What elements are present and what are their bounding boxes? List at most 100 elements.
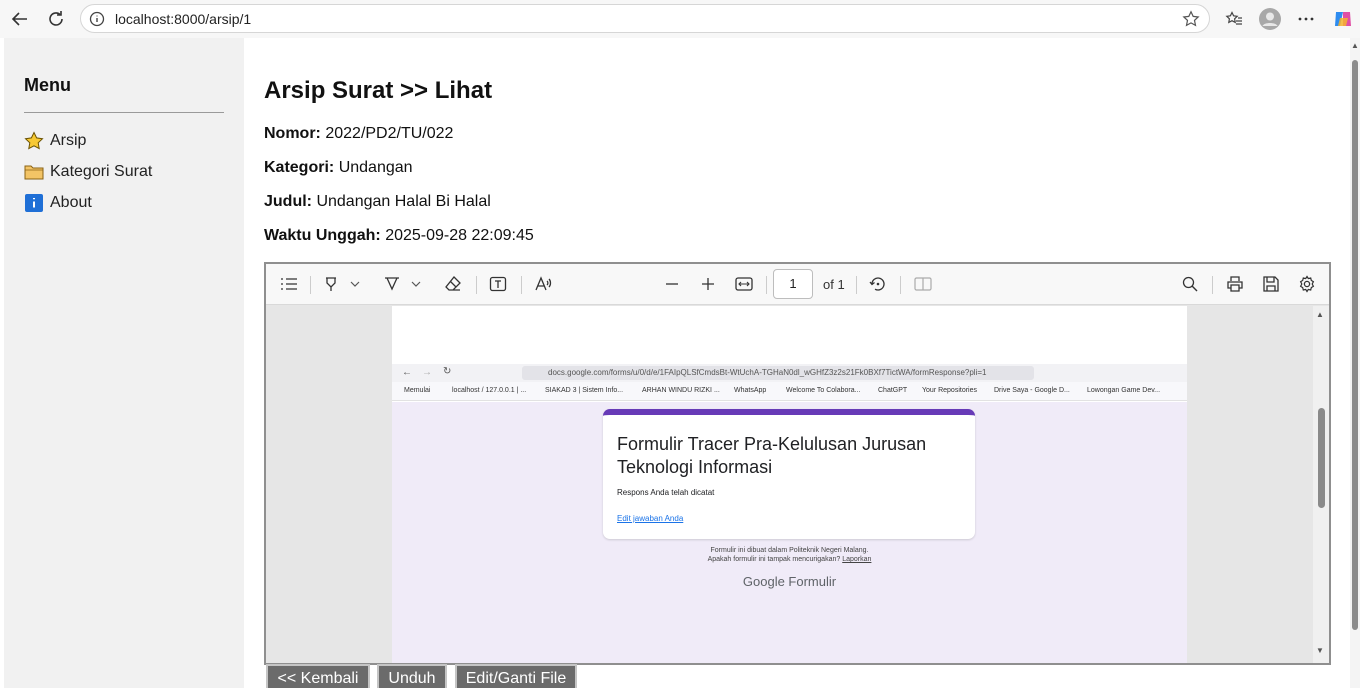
sidebar: Menu Arsip Kategori Surat About [4,38,244,688]
form-report-link: Laporkan [842,556,872,563]
sidebar-item-about[interactable]: About [24,191,92,215]
info-icon [24,193,44,213]
fit-width-icon[interactable] [733,273,755,295]
print-icon[interactable] [1224,273,1246,295]
edit-file-button[interactable]: Edit/Ganti File [455,664,577,688]
sidebar-item-arsip[interactable]: Arsip [24,129,86,153]
sidebar-item-kategori-surat[interactable]: Kategori Surat [24,160,152,184]
pdf-page: ← → ↻ docs.google.com/forms/u/0/d/e/1FAI… [392,306,1187,663]
field-value: 2025-09-28 22:09:45 [385,227,534,244]
form-response-message: Respons Anda telah dicatat [617,488,715,497]
form-footer-line2: Apakah formulir ini tampak mencurigakan?… [392,556,1187,563]
pdf-scrollbar[interactable]: ▲ ▼ [1313,306,1329,663]
bookmark-item: localhost / 127.0.0.1 | ... [452,387,527,394]
field-label: Kategori: [264,159,335,176]
embedded-url: docs.google.com/forms/u/0/d/e/1FAIpQLSfC… [522,366,1034,380]
pdf-document-area[interactable]: ← → ↻ docs.google.com/forms/u/0/d/e/1FAI… [266,306,1313,663]
embedded-form-page: Formulir Tracer Pra-Kelulusan Jurusan Te… [392,402,1187,663]
form-footer-question: Apakah formulir ini tampak mencurigakan? [707,556,841,563]
field-value: Undangan Halal Bi Halal [316,193,491,210]
text-box-icon[interactable] [487,273,509,295]
toolbar-divider [900,276,901,294]
bookmark-item: Drive Saya - Google D... [994,387,1070,394]
refresh-icon[interactable] [44,7,68,31]
favorite-star-icon[interactable] [1182,10,1200,33]
form-card: Formulir Tracer Pra-Kelulusan Jurusan Te… [603,409,975,539]
page-number-input[interactable]: 1 [773,269,813,299]
search-icon[interactable] [1179,273,1201,295]
bookmark-item: Your Repositories [922,387,977,394]
favorites-icon[interactable] [1222,7,1246,31]
main-content: Arsip Surat >> Lihat Nomor: 2022/PD2/TU/… [264,38,1350,688]
toolbar-divider [476,276,477,294]
download-button[interactable]: Unduh [377,664,447,688]
toolbar-divider [521,276,522,294]
bookmark-item: Welcome To Colabora... [786,387,861,394]
back-arrow-icon[interactable] [8,7,32,31]
field-judul: Judul: Undangan Halal Bi Halal [264,193,491,211]
url-text: localhost:8000/arsip/1 [115,11,252,27]
read-aloud-icon[interactable] [532,273,554,295]
toolbar-divider [856,276,857,294]
bookmark-item: ARHAN WINDU RIZKI ... [642,387,720,394]
settings-gear-icon[interactable] [1296,273,1318,295]
sidebar-item-label: Arsip [50,132,87,149]
scroll-down-icon[interactable]: ▼ [1316,646,1324,655]
save-icon[interactable] [1260,273,1282,295]
menu-title: Menu [24,75,71,95]
eraser-icon[interactable] [442,273,464,295]
back-button[interactable]: << Kembali [266,664,370,688]
toolbar-divider [1212,276,1213,294]
form-footer-line1: Formulir ini dibuat dalam Politeknik Neg… [710,547,869,554]
chevron-down-icon[interactable] [409,273,423,295]
google-forms-logo: Google Formulir [742,574,837,589]
embedded-back-icon: ← [402,367,412,378]
field-nomor: Nomor: 2022/PD2/TU/022 [264,125,453,143]
sidebar-item-label: Kategori Surat [50,163,153,180]
bookmark-item: Memulai [404,387,431,394]
field-waktu-unggah: Waktu Unggah: 2025-09-28 22:09:45 [264,227,534,245]
scroll-up-icon[interactable]: ▲ [1351,41,1359,50]
page-content: Menu Arsip Kategori Surat About Arsip Su… [4,38,1350,688]
browser-toolbar: localhost:8000/arsip/1 [0,0,1360,38]
folder-icon [24,162,44,182]
scroll-up-icon[interactable]: ▲ [1316,310,1324,319]
highlight-icon[interactable] [320,273,342,295]
chevron-down-icon[interactable] [348,273,362,295]
form-title: Formulir Tracer Pra-Kelulusan Jurusan Te… [617,434,927,477]
more-options-icon[interactable] [1294,7,1318,31]
bookmark-item: ChatGPT [878,387,908,394]
copilot-icon[interactable] [1331,7,1355,31]
zoom-out-icon[interactable] [661,273,683,295]
field-label: Waktu Unggah: [264,227,381,244]
table-of-contents-icon[interactable] [278,273,300,295]
field-label: Nomor: [264,125,321,142]
menu-divider [24,112,224,113]
field-kategori: Kategori: Undangan [264,159,413,177]
pdf-viewer: 1 of 1 ← → ↻ docs.google.com/forms/u/0/d… [264,262,1331,665]
rotate-icon[interactable] [867,273,889,295]
draw-icon[interactable] [381,273,403,295]
zoom-in-icon[interactable] [697,273,719,295]
pdf-toolbar: 1 of 1 [266,264,1329,305]
embedded-browser-bar: ← → ↻ docs.google.com/forms/u/0/d/e/1FAI… [392,364,1187,382]
bookmark-item: WhatsApp [734,387,767,394]
field-value: Undangan [338,159,413,176]
address-bar[interactable]: localhost:8000/arsip/1 [80,4,1210,33]
site-info-icon[interactable] [89,11,105,32]
field-value: 2022/PD2/TU/022 [325,125,454,142]
two-page-view-icon[interactable] [912,273,934,295]
toolbar-divider [310,276,311,294]
window-scrollbar-thumb[interactable] [1352,60,1358,630]
profile-avatar-icon[interactable] [1258,7,1282,31]
embedded-forward-icon: → [422,367,432,378]
field-label: Judul: [264,193,312,210]
toolbar-divider [766,276,767,294]
star-icon [24,131,44,151]
pdf-scrollbar-thumb[interactable] [1318,408,1325,508]
window-scrollbar[interactable]: ▲ [1350,38,1360,688]
page-title: Arsip Surat >> Lihat [264,77,493,104]
bookmark-item: SIAKAD 3 | Sistem Info... [545,387,624,394]
embedded-url-text: docs.google.com/forms/u/0/d/e/1FAIpQLSfC… [548,368,987,377]
embedded-bookmarks-bar: Memulai localhost / 127.0.0.1 | ... SIAK… [392,382,1187,401]
